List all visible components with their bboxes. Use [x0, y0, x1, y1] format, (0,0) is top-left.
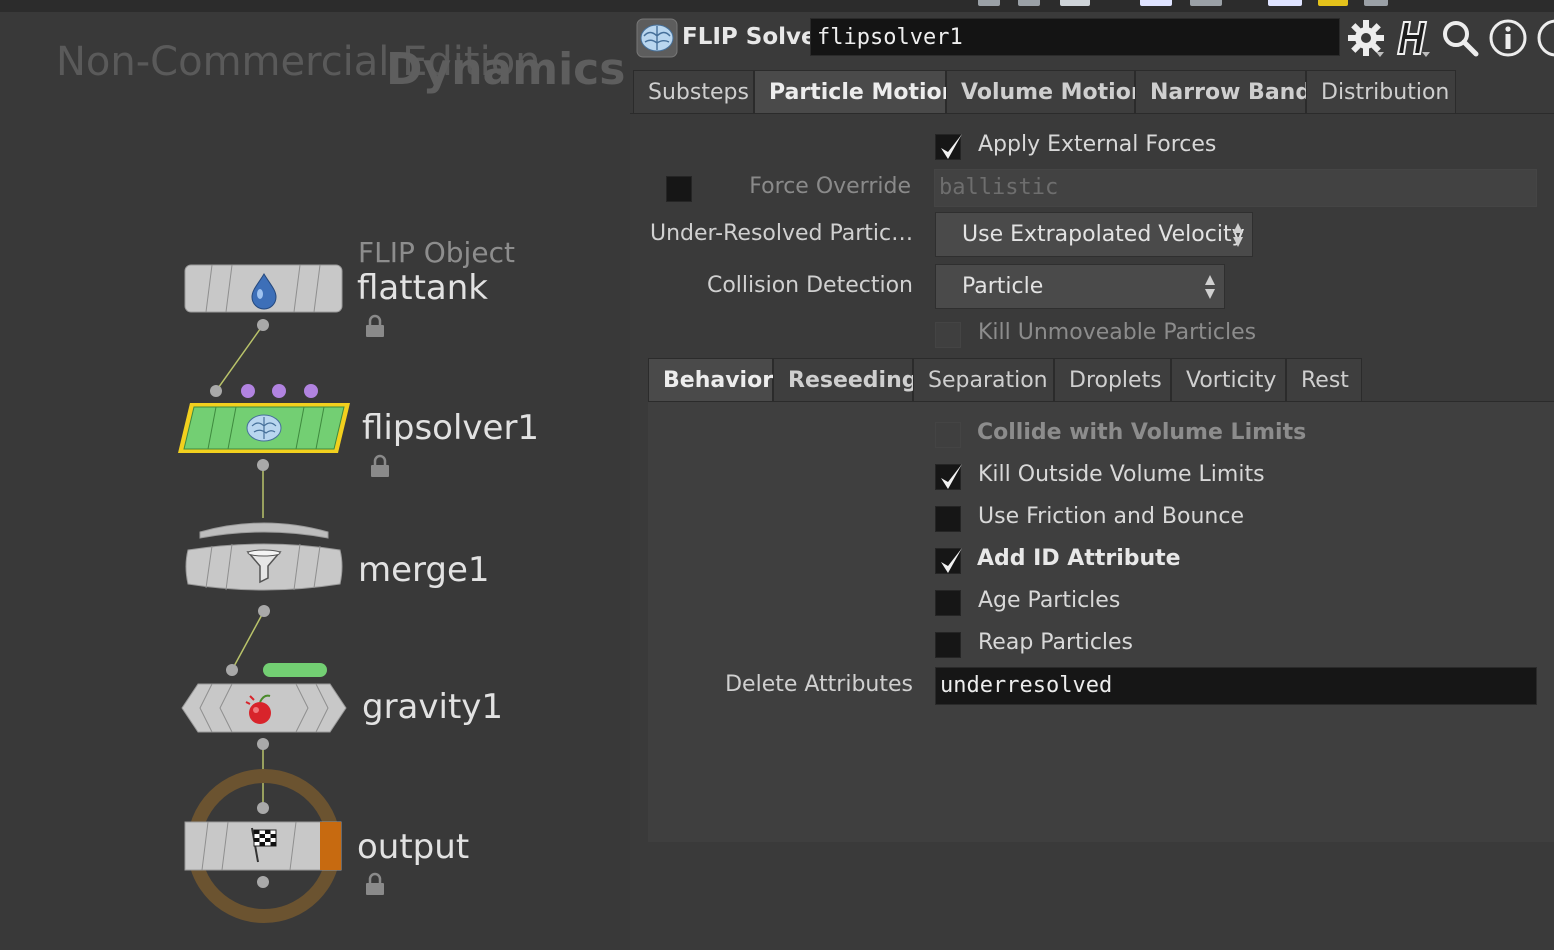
- collision-detection-value: Particle: [962, 274, 1044, 299]
- checkmark-icon: [941, 134, 962, 159]
- parameter-header: FLIP Solver flipsolver1: [630, 12, 1554, 68]
- toolbar-icon[interactable]: [1140, 0, 1172, 6]
- kill-unmoveable-label: Kill Unmoveable Particles: [978, 320, 1257, 345]
- tab-divider: [630, 113, 1554, 114]
- node-name-gravity1[interactable]: gravity1: [362, 687, 503, 727]
- gear-icon[interactable]: [1346, 18, 1386, 58]
- node-name-output[interactable]: output: [357, 827, 469, 867]
- input-connector[interactable]: [304, 384, 318, 398]
- add-id-attribute-checkbox[interactable]: [935, 548, 962, 574]
- node-merge1[interactable]: [184, 516, 344, 596]
- info-icon[interactable]: [1488, 18, 1528, 58]
- tab-narrow-band[interactable]: Narrow Band: [1135, 70, 1311, 114]
- toolbar-icon[interactable]: [1268, 0, 1302, 6]
- bypass-flag-indicator[interactable]: [263, 663, 327, 677]
- input-connector[interactable]: [272, 384, 286, 398]
- kill-outside-volume-limits-label: Kill Outside Volume Limits: [978, 462, 1265, 487]
- brain-icon: [246, 414, 282, 442]
- network-editor[interactable]: Non-Commercial Edition Dynamics FLIP Obj…: [0, 12, 630, 950]
- output-connector[interactable]: [257, 459, 269, 471]
- tab-behavior[interactable]: Behavior: [648, 358, 773, 402]
- input-connector[interactable]: [257, 802, 269, 814]
- add-id-attribute-label: Add ID Attribute: [977, 546, 1181, 571]
- toolbar-icon[interactable]: [1318, 0, 1348, 6]
- under-resolved-label: Under-Resolved Partic…: [650, 221, 914, 246]
- tab-droplets[interactable]: Droplets: [1054, 358, 1171, 402]
- tab-rest[interactable]: Rest: [1286, 358, 1362, 402]
- lock-icon[interactable]: [364, 314, 386, 338]
- age-particles-checkbox[interactable]: [935, 590, 961, 616]
- node-flattank[interactable]: [184, 264, 344, 314]
- dropdown-arrows-icon: [1233, 223, 1243, 247]
- use-friction-bounce-checkbox[interactable]: [935, 506, 961, 532]
- force-override-label: Force Override: [749, 174, 911, 199]
- output-connector[interactable]: [257, 738, 269, 750]
- collide-volume-limits-label: Collide with Volume Limits: [977, 420, 1307, 445]
- output-connector[interactable]: [258, 605, 270, 617]
- houdini-help-icon[interactable]: [1392, 18, 1432, 58]
- kill-outside-volume-limits-checkbox[interactable]: [935, 464, 962, 490]
- under-resolved-value: Use Extrapolated Velocity: [962, 222, 1245, 247]
- wire-merge-gravity: [231, 610, 265, 671]
- force-override-toggle[interactable]: [666, 176, 692, 202]
- reap-particles-label: Reap Particles: [978, 630, 1134, 655]
- input-connector[interactable]: [226, 664, 238, 676]
- tab-volume-motion[interactable]: Volume Motion: [946, 70, 1147, 114]
- toolbar-icon[interactable]: [1060, 0, 1090, 6]
- node-type-label: FLIP Object: [358, 236, 515, 269]
- collision-detection-label: Collision Detection: [706, 273, 913, 298]
- node-name-flipsolver1[interactable]: flipsolver1: [362, 408, 539, 448]
- tab-vorticity[interactable]: Vorticity: [1171, 358, 1286, 402]
- brain-solver-icon: [636, 18, 678, 58]
- output-connector[interactable]: [257, 319, 269, 331]
- behavior-tab-bar: Behavior Reseeding Separation Droplets V…: [648, 358, 1362, 402]
- tab-separation[interactable]: Separation: [913, 358, 1054, 402]
- wire-flattank-flipsolver: [215, 324, 264, 392]
- tab-distribution[interactable]: Distribution: [1306, 70, 1456, 114]
- node-gravity1[interactable]: [180, 682, 348, 734]
- node-type-title: FLIP Solver: [682, 24, 828, 50]
- node-name-flattank[interactable]: flattank: [357, 268, 488, 308]
- node-name-input[interactable]: flipsolver1: [810, 18, 1340, 56]
- more-options-icon[interactable]: [1536, 18, 1554, 58]
- apply-external-forces-checkbox[interactable]: [935, 134, 962, 160]
- collision-detection-dropdown[interactable]: Particle: [935, 264, 1225, 309]
- checkmark-icon: [941, 548, 962, 573]
- toolbar-icon[interactable]: [978, 0, 1000, 6]
- dropdown-arrows-icon: [1205, 275, 1215, 299]
- age-particles-label: Age Particles: [978, 588, 1121, 613]
- delete-attributes-field[interactable]: underresolved: [935, 667, 1537, 705]
- use-friction-bounce-label: Use Friction and Bounce: [978, 504, 1244, 529]
- reap-particles-checkbox[interactable]: [935, 632, 961, 658]
- input-connector[interactable]: [241, 384, 255, 398]
- delete-attributes-label: Delete Attributes: [725, 672, 913, 697]
- output-connector[interactable]: [257, 876, 269, 888]
- toolbar-icon[interactable]: [1190, 0, 1222, 6]
- input-connector[interactable]: [210, 385, 222, 397]
- lock-icon[interactable]: [369, 454, 391, 478]
- collide-volume-limits-checkbox[interactable]: [935, 422, 961, 448]
- checkmark-icon: [941, 464, 962, 489]
- node-flipsolver1[interactable]: [176, 400, 352, 456]
- tab-particle-motion[interactable]: Particle Motion: [754, 70, 957, 114]
- node-name-merge1[interactable]: merge1: [358, 550, 490, 590]
- main-tab-bar: Substeps Particle Motion Volume Motion N…: [633, 70, 1456, 114]
- under-resolved-dropdown[interactable]: Use Extrapolated Velocity: [935, 212, 1253, 257]
- force-override-field[interactable]: ballistic: [934, 169, 1537, 207]
- tab-reseeding[interactable]: Reseeding: [773, 358, 918, 402]
- tab-substeps[interactable]: Substeps: [633, 70, 754, 114]
- node-output[interactable]: [180, 764, 350, 930]
- toolbar-icon[interactable]: [1364, 0, 1388, 6]
- kill-unmoveable-checkbox[interactable]: [935, 322, 961, 348]
- apply-external-forces-label: Apply External Forces: [978, 132, 1217, 157]
- search-icon[interactable]: [1440, 18, 1480, 58]
- lock-icon[interactable]: [364, 872, 386, 896]
- parameter-editor: FLIP Solver flipsolver1 Substeps Particl…: [630, 12, 1554, 950]
- toolbar-icon[interactable]: [1018, 0, 1040, 6]
